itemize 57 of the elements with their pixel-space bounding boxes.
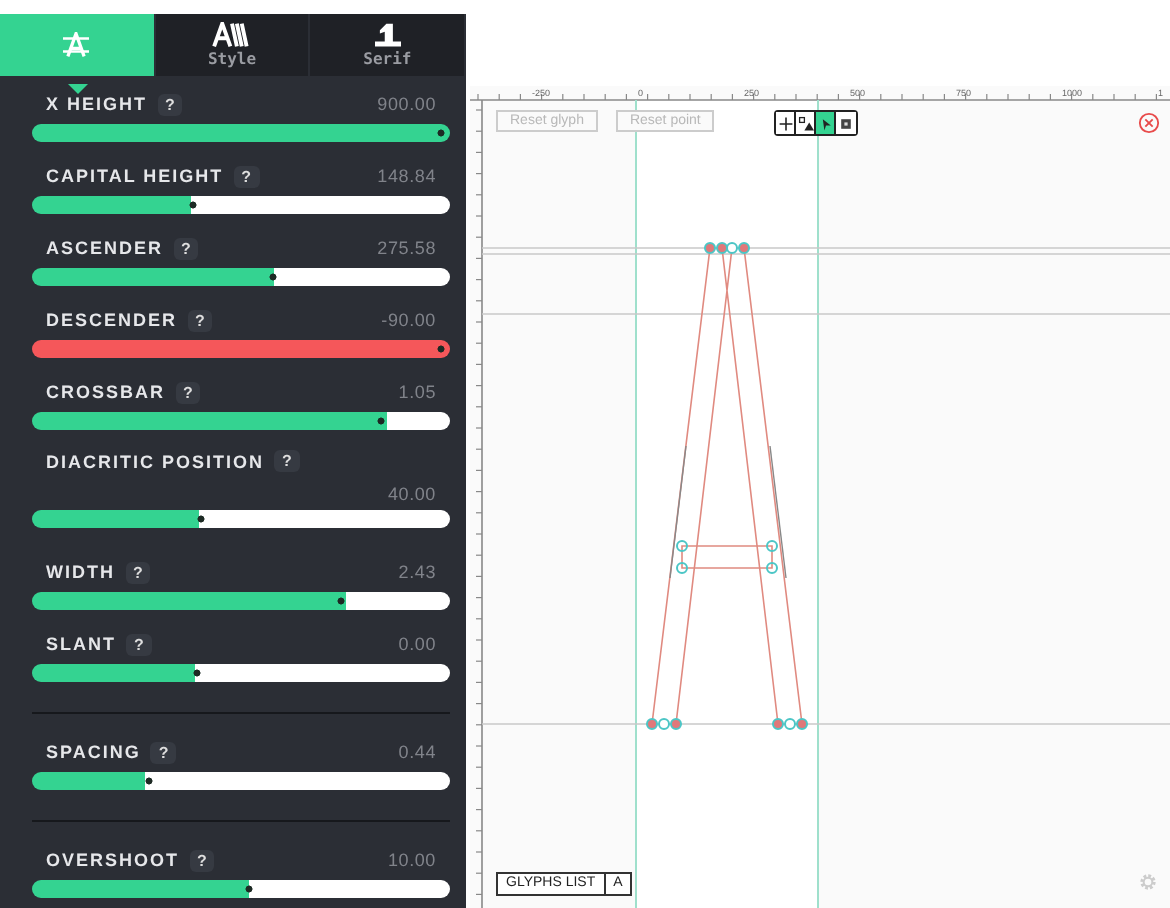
help-button[interactable]: ? xyxy=(189,849,215,871)
slider-label: X HEIGHT xyxy=(46,94,148,114)
slider-track[interactable] xyxy=(32,196,450,214)
tab-pointer xyxy=(68,84,88,94)
help-button[interactable]: ? xyxy=(150,741,177,763)
glyph-outline-drawing[interactable] xyxy=(646,242,808,730)
slider-thumb[interactable] xyxy=(432,124,450,142)
slider-value: 148.84 xyxy=(377,166,436,186)
slider-label: SPACING xyxy=(46,742,141,762)
slider-label: CAPITAL HEIGHT xyxy=(46,166,224,186)
slider-value: 1.05 xyxy=(398,382,436,402)
slider-track[interactable] xyxy=(32,510,450,528)
slider-track[interactable] xyxy=(32,592,450,610)
cursor-icon xyxy=(817,115,833,131)
slider-label: ASCENDER xyxy=(46,238,164,258)
slider-value: -90.00 xyxy=(381,310,436,330)
slider-value: 10.00 xyxy=(387,850,436,870)
slider-label: DIACRITIC POSITION xyxy=(46,451,265,471)
slider-track[interactable] xyxy=(32,880,450,898)
help-button[interactable]: ? xyxy=(187,309,213,331)
slider-label: WIDTH xyxy=(46,562,115,582)
square-icon xyxy=(838,115,854,131)
help-button[interactable]: ? xyxy=(274,450,300,472)
slider-label: DESCENDER xyxy=(46,310,178,330)
slider-thumb[interactable] xyxy=(140,772,158,790)
slider-label: SLANT xyxy=(46,634,116,654)
slider-track[interactable] xyxy=(32,412,450,430)
slider-label: OVERSHOOT xyxy=(46,850,180,870)
slider-label: CROSSBAR xyxy=(46,382,166,402)
slider-value: 0.44 xyxy=(398,742,436,762)
slider-track[interactable] xyxy=(32,268,450,286)
slider-value: 275.58 xyxy=(377,238,436,258)
tool-button[interactable] xyxy=(776,112,796,134)
slider-value: 0.00 xyxy=(398,634,436,654)
slider-value: 40.00 xyxy=(385,484,436,504)
help-button[interactable]: ? xyxy=(175,381,201,403)
slider-track[interactable] xyxy=(32,340,450,358)
help-button[interactable]: ? xyxy=(125,561,151,583)
slider-thumb[interactable] xyxy=(332,592,350,610)
slider-thumb[interactable] xyxy=(432,340,450,358)
tool-button[interactable] xyxy=(816,112,836,134)
help-button[interactable]: ? xyxy=(157,93,183,115)
move-icon xyxy=(777,115,793,131)
slider-value: 2.43 xyxy=(398,562,436,582)
help-button[interactable]: ? xyxy=(173,237,199,259)
help-button[interactable]: ? xyxy=(126,633,152,655)
tool-button[interactable] xyxy=(796,112,816,134)
close-icon[interactable] xyxy=(1138,112,1160,134)
slider-track[interactable] xyxy=(32,772,450,790)
slider-track[interactable] xyxy=(32,124,450,142)
slider-track[interactable] xyxy=(32,664,450,682)
slider-value: 900.00 xyxy=(377,94,436,114)
slider-thumb[interactable] xyxy=(372,412,390,430)
tool-button[interactable] xyxy=(836,112,856,134)
points-icon xyxy=(797,115,813,131)
help-button[interactable]: ? xyxy=(233,165,260,187)
letter-a-icon xyxy=(212,22,252,48)
